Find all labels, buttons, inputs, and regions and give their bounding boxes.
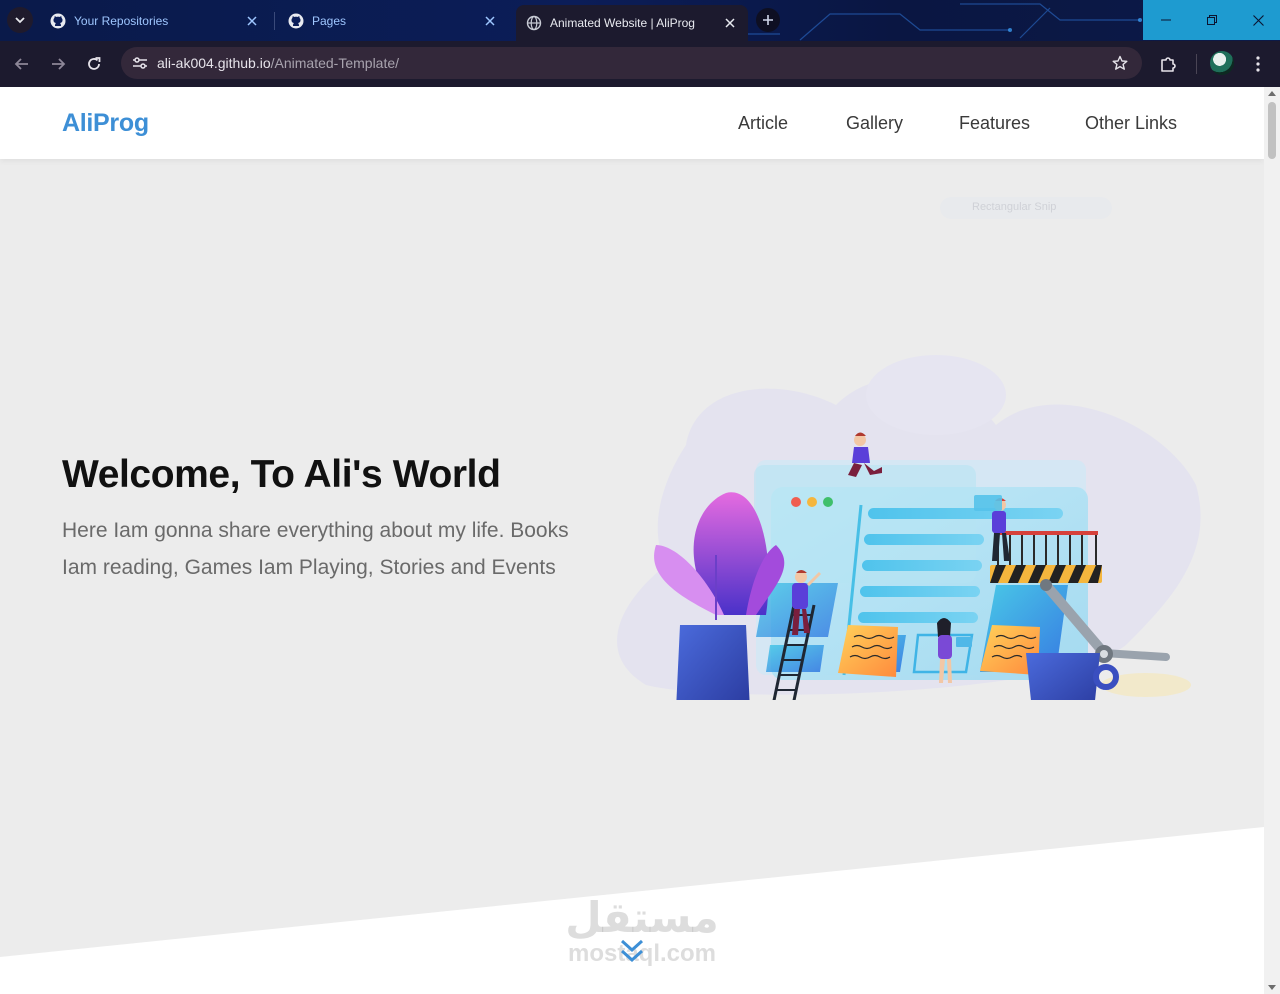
close-window-button[interactable] — [1235, 0, 1280, 40]
tab-search-button[interactable] — [7, 7, 33, 33]
scroll-down-arrow-icon[interactable] — [1268, 985, 1276, 990]
site-settings-icon[interactable] — [129, 53, 151, 73]
close-icon[interactable] — [244, 13, 260, 29]
tab-title: Animated Website | AliProg — [550, 16, 695, 30]
section-divider — [0, 827, 1264, 994]
toolbar-separator — [1196, 54, 1197, 74]
address-host: ali-ak004.github.io — [157, 55, 271, 71]
close-icon[interactable] — [722, 15, 738, 31]
browser-toolbar: ali-ak004.github.io/Animated-Template/ — [0, 41, 1280, 87]
globe-icon — [526, 15, 542, 31]
tab-animated-website[interactable]: Animated Website | AliProg — [516, 5, 748, 41]
arrow-left-icon — [14, 58, 28, 70]
page-scrollbar[interactable] — [1264, 87, 1280, 994]
minimize-button[interactable] — [1143, 0, 1189, 40]
scroll-up-arrow-icon[interactable] — [1268, 91, 1276, 96]
minimize-icon — [1161, 19, 1171, 21]
back-button[interactable] — [10, 52, 34, 76]
more-vert-icon — [1256, 56, 1260, 72]
puzzle-icon — [1161, 57, 1176, 72]
github-icon — [288, 13, 304, 29]
page-viewport: AliProg Article Gallery Features Other L… — [0, 87, 1264, 994]
reload-button[interactable] — [82, 52, 106, 76]
tab-title: Your Repositories — [74, 14, 169, 28]
reload-icon — [88, 57, 101, 70]
watermark-arabic: مستقل — [565, 893, 719, 942]
tab-pages[interactable]: Pages — [278, 5, 508, 37]
close-icon[interactable] — [482, 13, 498, 29]
scrollbar-thumb[interactable] — [1268, 102, 1276, 159]
extensions-button[interactable] — [1156, 52, 1180, 76]
github-icon — [50, 13, 66, 29]
address-url: ali-ak004.github.io/Animated-Template/ — [157, 55, 399, 71]
arrow-right-icon — [52, 58, 66, 70]
restore-icon — [1207, 15, 1217, 25]
address-path: /Animated-Template/ — [270, 55, 400, 71]
browser-titlebar: Your Repositories Pages Animated Website… — [0, 0, 1280, 41]
tab-your-repositories[interactable]: Your Repositories — [40, 5, 270, 37]
chevron-down-icon — [15, 17, 25, 24]
address-bar[interactable]: ali-ak004.github.io/Animated-Template/ — [121, 47, 1142, 79]
forward-button[interactable] — [46, 52, 70, 76]
restore-button[interactable] — [1189, 0, 1235, 40]
menu-button[interactable] — [1246, 52, 1270, 76]
plus-icon — [763, 15, 773, 25]
profile-avatar[interactable] — [1210, 51, 1234, 75]
tab-title: Pages — [312, 14, 347, 28]
bookmark-star-icon[interactable] — [1110, 53, 1130, 73]
new-tab-button[interactable] — [756, 8, 780, 32]
tab-separator — [274, 12, 275, 30]
close-icon — [1252, 14, 1264, 26]
double-chevron-down-icon[interactable] — [619, 937, 645, 967]
